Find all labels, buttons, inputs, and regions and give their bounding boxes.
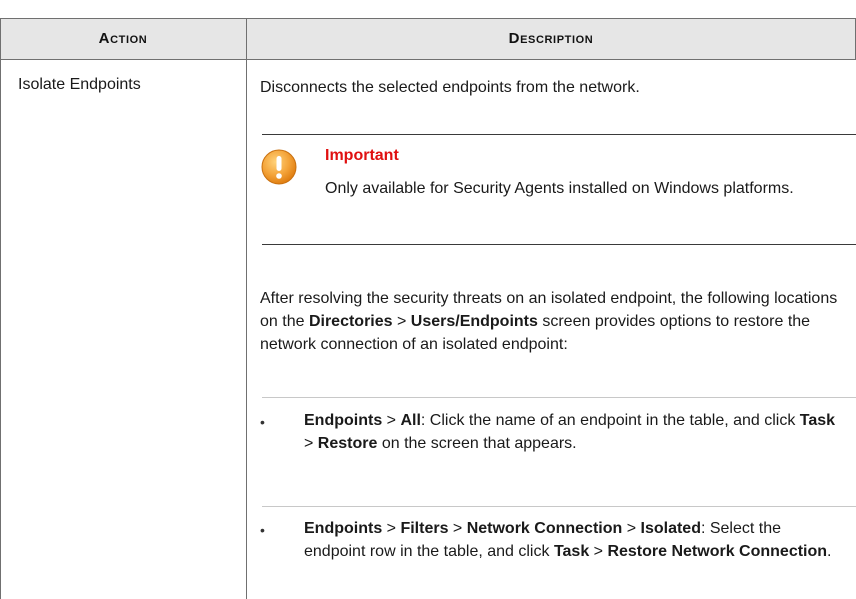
text-run: on the screen that appears. — [377, 435, 577, 452]
description-cell: Disconnects the selected endpoints from … — [260, 76, 840, 99]
ui-path-network-connection: Network Connection — [466, 520, 623, 537]
bullet-glyph: • — [260, 414, 265, 430]
column-divider — [246, 18, 247, 599]
important-bottom-rule — [262, 244, 856, 245]
text-run: > — [622, 520, 641, 537]
ui-path-isolated: Isolated — [640, 520, 701, 537]
text-run: : Click the name of an endpoint in the t… — [420, 412, 800, 429]
ui-path-all: All — [400, 412, 421, 429]
column-header-description: Description — [508, 30, 594, 47]
exclamation-circle-icon — [260, 148, 298, 186]
ui-path-restore-network-connection: Restore Network Connection — [607, 543, 828, 560]
text-run: > — [382, 520, 401, 537]
text-run: > — [382, 412, 401, 429]
ui-path-task: Task — [553, 543, 590, 560]
table-header-row: Action Description — [0, 18, 856, 60]
text-run: > — [589, 543, 608, 560]
action-description-table: Action Description Isolate Endpoints Dis… — [0, 0, 856, 599]
text-run: . — [827, 543, 832, 560]
restore-intro-paragraph: After resolving the security threats on … — [260, 287, 845, 356]
ui-path-filters: Filters — [400, 520, 449, 537]
list-separator — [262, 506, 856, 507]
ui-path-endpoints: Endpoints — [304, 412, 383, 429]
list-item: Endpoints > Filters > Network Connection… — [304, 517, 844, 563]
bullet-glyph: • — [260, 522, 265, 538]
ui-path-directories: Directories — [308, 313, 393, 330]
important-body: Only available for Security Agents insta… — [325, 180, 794, 197]
ui-path-endpoints: Endpoints — [304, 520, 383, 537]
ui-path-users-endpoints: Users/Endpoints — [410, 313, 538, 330]
list-item: Endpoints > All: Click the name of an en… — [304, 409, 844, 455]
text-run: > — [448, 520, 467, 537]
table-border-left — [0, 18, 1, 599]
important-title: Important — [325, 147, 399, 164]
action-cell: Isolate Endpoints — [18, 76, 141, 93]
column-header-action: Action — [98, 30, 148, 47]
description-text: Disconnects the selected endpoints from … — [260, 79, 640, 96]
important-top-rule — [262, 134, 856, 135]
ui-path-restore: Restore — [317, 435, 378, 452]
text-run: > — [304, 435, 318, 452]
list-separator — [262, 397, 856, 398]
text-run: > — [392, 313, 411, 330]
ui-path-task: Task — [799, 412, 836, 429]
